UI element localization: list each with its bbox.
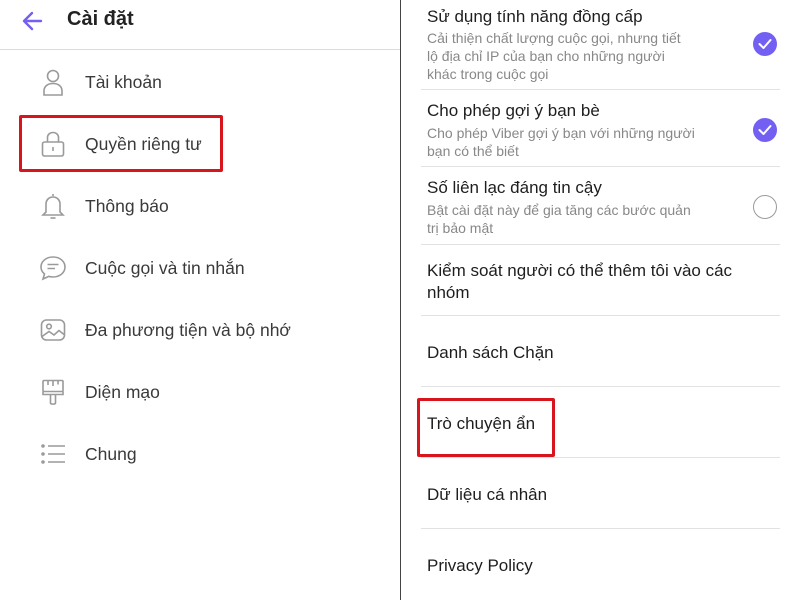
sidebar-item-label: Tài khoản <box>85 72 162 92</box>
sidebar-item-calls-messages[interactable]: Cuộc gọi và tin nhắn <box>0 241 400 293</box>
sidebar-item-media-storage[interactable]: Đa phương tiện và bộ nhớ <box>0 303 400 355</box>
setting-title: Cho phép gợi ý bạn bè <box>427 101 600 120</box>
user-icon <box>38 67 68 97</box>
group-add-control-link[interactable]: Kiểm soát người có thể thêm tôi vào các … <box>401 245 800 316</box>
link-title: Dữ liệu cá nhân <box>427 485 548 504</box>
sidebar-item-label: Cuộc gọi và tin nhắn <box>85 258 245 278</box>
setting-description: Cải thiện chất lượng cuộc gọi, nhưng tiế… <box>427 30 681 46</box>
setting-trusted-contacts[interactable]: Số liên lạc đáng tin cậy Bật cài đặt này… <box>401 167 800 245</box>
back-arrow-icon[interactable] <box>20 8 46 34</box>
block-list-link[interactable]: Danh sách Chặn <box>401 316 800 387</box>
sidebar-item-appearance[interactable]: Diện mạo <box>0 365 400 417</box>
sidebar-item-label: Quyền riêng tư <box>85 134 202 154</box>
setting-description: bạn có thể biết <box>427 143 519 159</box>
link-title: Danh sách Chặn <box>427 343 554 362</box>
brush-icon <box>38 377 68 407</box>
sidebar-item-general[interactable]: Chung <box>0 427 400 479</box>
sidebar-item-notifications[interactable]: Thông báo <box>0 179 400 231</box>
setting-title: Số liên lạc đáng tin cậy <box>427 178 602 197</box>
setting-peer-to-peer[interactable]: Sử dụng tính năng đồng cấp Cải thiện chấ… <box>401 0 800 90</box>
image-icon <box>38 315 68 345</box>
sidebar-item-privacy[interactable]: Quyền riêng tư <box>0 117 400 169</box>
setting-description: lộ địa chỉ IP của bạn cho những người <box>427 48 665 64</box>
link-title: nhóm <box>427 283 470 302</box>
bell-icon <box>38 191 68 221</box>
lock-icon <box>38 129 68 159</box>
sidebar-item-label: Đa phương tiện và bộ nhớ <box>85 320 291 340</box>
sidebar-item-label: Diện mạo <box>85 382 160 402</box>
hidden-chats-link[interactable]: Trò chuyện ẩn <box>401 387 800 458</box>
privacy-settings-panel: Sử dụng tính năng đồng cấp Cải thiện chấ… <box>401 0 800 600</box>
link-title: Privacy Policy <box>427 556 533 575</box>
settings-sidebar: Cài đặt Tài khoản Quyền riêng tư Thông b… <box>0 0 400 600</box>
sidebar-item-label: Thông báo <box>85 196 169 216</box>
friend-suggestions-checkbox[interactable] <box>753 118 777 142</box>
link-title: Trò chuyện ẩn <box>427 414 536 433</box>
setting-description: Cho phép Viber gợi ý bạn với những người <box>427 125 695 141</box>
page-title: Cài đặt <box>67 8 134 30</box>
setting-friend-suggestions[interactable]: Cho phép gợi ý bạn bè Cho phép Viber gợi… <box>401 90 800 167</box>
list-icon <box>38 439 68 469</box>
chat-icon <box>38 253 68 283</box>
personal-data-link[interactable]: Dữ liệu cá nhân <box>401 458 800 529</box>
trusted-contacts-checkbox[interactable] <box>753 195 777 219</box>
privacy-policy-link[interactable]: Privacy Policy <box>401 529 800 600</box>
setting-description: Bật cài đặt này để gia tăng các bước quả… <box>427 202 691 218</box>
setting-title: Sử dụng tính năng đồng cấp <box>427 7 643 26</box>
peer-to-peer-checkbox[interactable] <box>753 32 777 56</box>
setting-description: khác trong cuộc gọi <box>427 66 549 82</box>
sidebar-item-label: Chung <box>85 444 137 464</box>
setting-description: trị bảo mật <box>427 220 494 236</box>
settings-header: Cài đặt <box>0 0 400 50</box>
sidebar-item-account[interactable]: Tài khoản <box>0 55 400 107</box>
link-title: Kiểm soát người có thể thêm tôi vào các <box>427 261 733 280</box>
